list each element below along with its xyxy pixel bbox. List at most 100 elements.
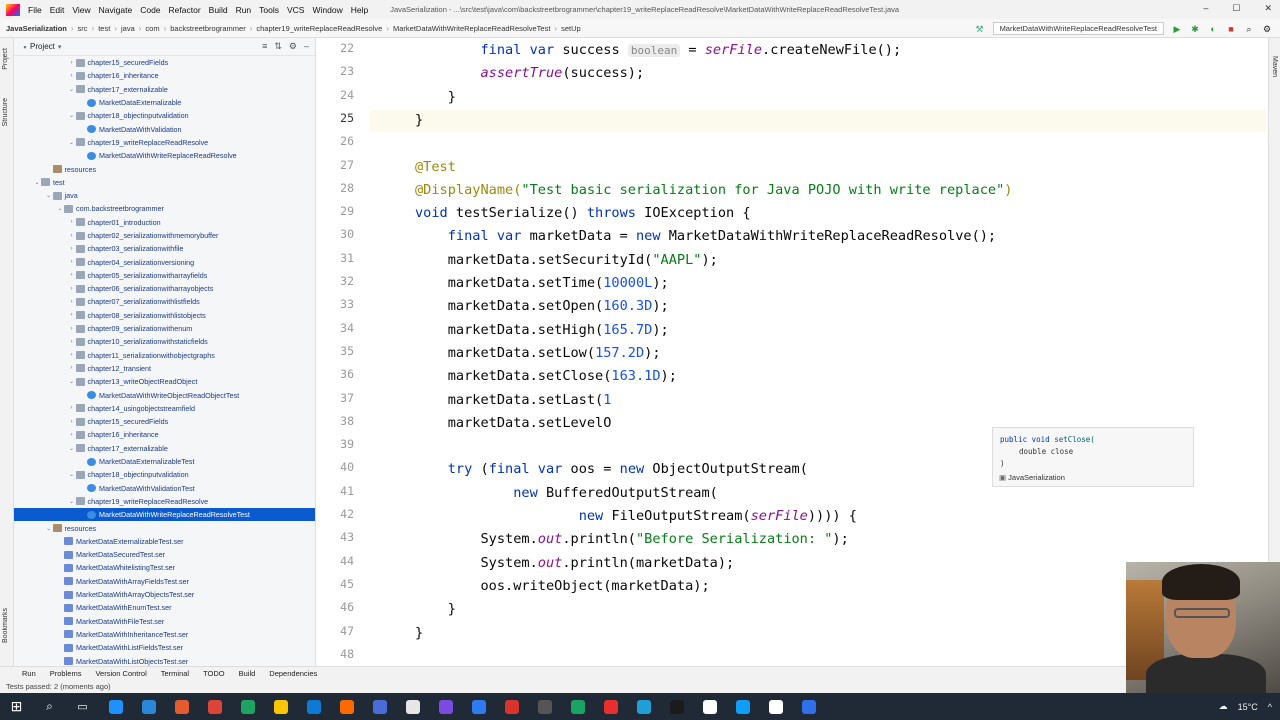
expand-arrow-icon[interactable]: ⌄ — [45, 192, 53, 199]
tree-file[interactable]: MarketDataWithListObjectsTest.ser — [14, 654, 315, 666]
tree-folder[interactable]: › chapter11_serializationwithobjectgraphs — [14, 349, 315, 362]
tool-window-tab[interactable]: Run — [22, 669, 36, 678]
tool-window-tab[interactable]: Dependencies — [269, 669, 317, 678]
taskbar-app-icon[interactable] — [528, 693, 561, 720]
taskbar-app-icon[interactable] — [561, 693, 594, 720]
menu-item[interactable]: Navigate — [95, 5, 137, 15]
tree-folder[interactable]: › chapter03_serializationwithfile — [14, 242, 315, 255]
tree-folder[interactable]: ⌄ test — [14, 176, 315, 189]
tree-folder[interactable]: › chapter15_securedFields — [14, 56, 315, 69]
tree-resources[interactable]: ⌄ resources — [14, 521, 315, 534]
tree-folder[interactable]: › chapter07_serializationwithlistfields — [14, 295, 315, 308]
menu-item[interactable]: Refactor — [165, 5, 205, 15]
menu-item[interactable]: Edit — [46, 5, 69, 15]
search-icon[interactable]: ⌕ — [1244, 24, 1254, 34]
expand-arrow-icon[interactable]: ⌄ — [68, 112, 76, 119]
tree-file[interactable]: MarketDataWithEnumTest.ser — [14, 601, 315, 614]
expand-arrow-icon[interactable]: › — [68, 419, 76, 425]
tree-folder[interactable]: › chapter14_usingobjectstreamfield — [14, 402, 315, 415]
breadcrumb-item[interactable]: java — [121, 24, 135, 33]
tree-folder[interactable]: › chapter05_serializationwitharrayfields — [14, 269, 315, 282]
menu-item[interactable]: Build — [205, 5, 232, 15]
expand-arrow-icon[interactable]: › — [68, 60, 76, 66]
tree-folder[interactable]: › chapter15_securedFields — [14, 415, 315, 428]
taskbar-app-icon[interactable] — [231, 693, 264, 720]
expand-arrow-icon[interactable]: › — [68, 286, 76, 292]
tree-folder[interactable]: › chapter10_serializationwithstaticfields — [14, 335, 315, 348]
expand-arrow-icon[interactable]: ⌄ — [68, 378, 76, 385]
breadcrumb-item[interactable]: src — [78, 24, 88, 33]
maven-tool-tab[interactable]: Maven — [1271, 56, 1278, 77]
taskbar-app-icon[interactable] — [792, 693, 825, 720]
project-tool-tab[interactable]: Project — [2, 48, 9, 70]
tree-file[interactable]: MarketDataWithWriteReplaceReadResolve — [14, 149, 315, 162]
tree-folder[interactable]: ⌄ chapter19_writeReplaceReadResolve — [14, 136, 315, 149]
taskbar-app-icon[interactable] — [99, 693, 132, 720]
expand-arrow-icon[interactable]: ⌄ — [33, 179, 41, 186]
expand-arrow-icon[interactable]: › — [68, 219, 76, 225]
tree-resources[interactable]: resources — [14, 162, 315, 175]
tool-window-tab[interactable]: Build — [239, 669, 256, 678]
expand-arrow-icon[interactable]: › — [68, 233, 76, 239]
taskbar-app-icon[interactable] — [726, 693, 759, 720]
tree-file[interactable]: MarketDataSecuredTest.ser — [14, 548, 315, 561]
expand-arrow-icon[interactable]: › — [68, 246, 76, 252]
expand-arrow-icon[interactable]: ⌄ — [45, 525, 53, 532]
tree-folder[interactable]: › chapter02_serializationwithmemorybuffer — [14, 229, 315, 242]
breadcrumb-item[interactable]: setUp — [561, 24, 581, 33]
bookmarks-tool-tab[interactable]: Bookmarks — [2, 608, 9, 643]
tree-folder[interactable]: › chapter06_serializationwitharrayobjects — [14, 282, 315, 295]
expand-arrow-icon[interactable]: › — [68, 259, 76, 265]
expand-arrow-icon[interactable]: ⌄ — [68, 445, 76, 452]
tree-folder[interactable]: › chapter04_serializationversioning — [14, 255, 315, 268]
stop-icon[interactable]: ■ — [1226, 24, 1236, 34]
expand-arrow-icon[interactable]: › — [68, 312, 76, 318]
menu-item[interactable]: Help — [347, 5, 372, 15]
tree-folder[interactable]: ⌄ com.backstreetbrogrammer — [14, 202, 315, 215]
taskbar-app-icon[interactable] — [363, 693, 396, 720]
tree-file[interactable]: MarketDataWithArrayObjectsTest.ser — [14, 588, 315, 601]
gear-icon[interactable]: ⚙ — [289, 41, 297, 52]
taskbar-app-icon[interactable] — [627, 693, 660, 720]
expand-arrow-icon[interactable]: › — [68, 299, 76, 305]
menu-item[interactable]: Run — [232, 5, 256, 15]
taskbar-app-icon[interactable] — [660, 693, 693, 720]
taskbar-app-icon[interactable] — [297, 693, 330, 720]
taskbar-app-icon[interactable] — [330, 693, 363, 720]
taskbar-app-icon[interactable] — [594, 693, 627, 720]
tree-folder[interactable]: ⌄ chapter17_externalizable — [14, 83, 315, 96]
chevron-down-icon[interactable]: ▾ — [58, 43, 62, 51]
structure-tool-tab[interactable]: Structure — [2, 98, 9, 126]
menu-item[interactable]: Tools — [255, 5, 283, 15]
breadcrumb-item[interactable]: MarketDataWithWriteReplaceReadResolveTes… — [393, 24, 550, 33]
taskbar-app-icon[interactable] — [759, 693, 792, 720]
tree-folder[interactable]: › chapter12_transient — [14, 362, 315, 375]
breadcrumb-item[interactable]: test — [98, 24, 110, 33]
expand-arrow-icon[interactable]: › — [68, 352, 76, 358]
expand-arrow-icon[interactable]: ⌄ — [68, 86, 76, 93]
tree-file[interactable]: MarketDataExternalizable — [14, 96, 315, 109]
tree-file[interactable]: MarketDataWithInheritanceTest.ser — [14, 628, 315, 641]
taskbar-app-icon[interactable] — [132, 693, 165, 720]
expand-arrow-icon[interactable]: › — [68, 73, 76, 79]
maximize-icon[interactable]: ☐ — [1232, 3, 1240, 14]
debug-icon[interactable]: ✱ — [1190, 24, 1200, 34]
tree-file[interactable]: MarketDataWithFileTest.ser — [14, 614, 315, 627]
menu-item[interactable]: View — [68, 5, 94, 15]
tree-folder[interactable]: ⌄ chapter17_externalizable — [14, 442, 315, 455]
tree-file[interactable]: MarketDataWithArrayFieldsTest.ser — [14, 575, 315, 588]
tool-window-tab[interactable]: Problems — [50, 669, 82, 678]
taskbar-search-icon[interactable]: ⌕ — [33, 693, 66, 720]
tree-folder[interactable]: ⌄ chapter13_writeObjectReadObject — [14, 375, 315, 388]
tray-chevron-icon[interactable]: ^ — [1268, 702, 1272, 712]
expand-arrow-icon[interactable]: › — [68, 405, 76, 411]
expand-arrow-icon[interactable]: ⌄ — [56, 205, 64, 212]
tree-file[interactable]: MarketDataExternalizableTest — [14, 455, 315, 468]
tool-window-tab[interactable]: Version Control — [95, 669, 146, 678]
taskbar-app-icon[interactable] — [693, 693, 726, 720]
coverage-icon[interactable]: ◐ — [1208, 24, 1218, 34]
taskbar-app-icon[interactable] — [396, 693, 429, 720]
breadcrumb-item[interactable]: backstreetbrogrammer — [170, 24, 245, 33]
taskbar-app-icon[interactable] — [165, 693, 198, 720]
tree-file[interactable]: MarketDataWithWriteReplaceReadResolveTes… — [14, 508, 315, 522]
